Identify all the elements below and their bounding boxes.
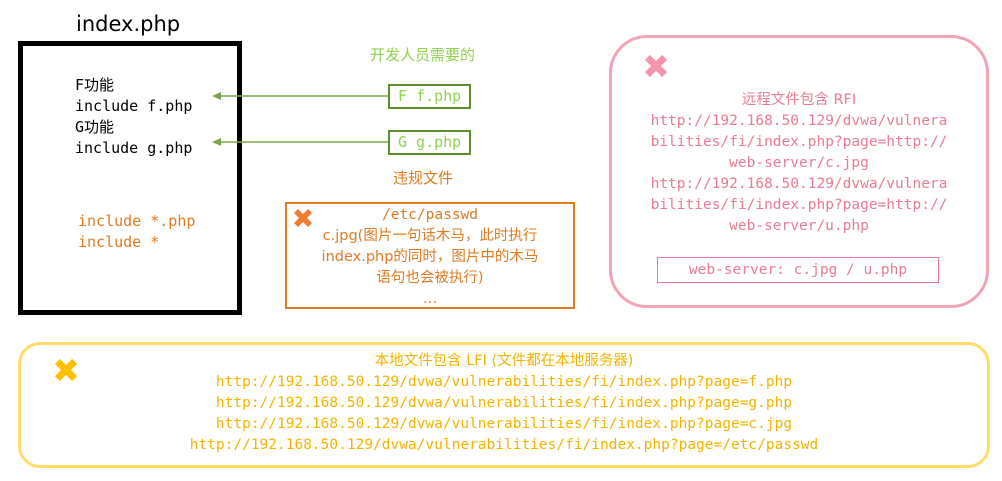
lfi-url-line: http://192.168.50.129/dvwa/vulnerabiliti…	[215, 416, 793, 432]
dev-needs-caption: 开发人员需要的	[370, 46, 476, 64]
cross-icon	[644, 54, 668, 78]
rfi-url-line: web-server/c.jpg	[729, 155, 869, 171]
illegal-line-index: index.php的同时，图片中的木马	[321, 249, 539, 265]
dev-box-g: G g.php	[388, 130, 472, 155]
rfi-url-line: http://192.168.50.129/dvwa/vulnera	[650, 176, 948, 192]
lfi-url-line: http://192.168.50.129/dvwa/vulnerabiliti…	[189, 437, 819, 453]
cross-icon	[294, 209, 312, 227]
illegal-line-exec: 语句也会被执行)	[376, 270, 484, 286]
illegal-line-passwd: /etc/passwd	[381, 207, 479, 223]
rfi-url-line: web-server/u.php	[729, 218, 869, 234]
dev-box-f: F f.php	[388, 84, 472, 109]
rfi-server-label: web-server: c.jpg / u.php	[657, 257, 939, 283]
arrow-f	[212, 92, 388, 100]
lfi-url-line: http://192.168.50.129/dvwa/vulnerabiliti…	[215, 374, 793, 390]
illegal-files-box: /etc/passwd c.jpg(图片一句话木马，此时执行 index.php…	[285, 202, 575, 309]
illegal-caption: 违规文件	[393, 169, 454, 187]
illegal-line-cjpg: c.jpg(图片一句话木马，此时执行	[322, 228, 538, 244]
lfi-box: 本地文件包含 LFI (文件都在本地服务器) http://192.168.50…	[18, 342, 990, 468]
rfi-url-line: bilities/fi/index.php?page=http://	[650, 134, 948, 150]
cross-icon	[54, 358, 78, 382]
rfi-url-line: bilities/fi/index.php?page=http://	[650, 197, 948, 213]
rfi-url-line: http://192.168.50.129/dvwa/vulnera	[650, 113, 948, 129]
illegal-line-ellipsis: …	[422, 291, 438, 307]
arrow-g	[212, 138, 388, 146]
lfi-title: 本地文件包含 LFI (文件都在本地服务器)	[374, 353, 634, 369]
rfi-title: 远程文件包含 RFI	[741, 92, 857, 108]
lfi-url-line: http://192.168.50.129/dvwa/vulnerabiliti…	[215, 395, 793, 411]
